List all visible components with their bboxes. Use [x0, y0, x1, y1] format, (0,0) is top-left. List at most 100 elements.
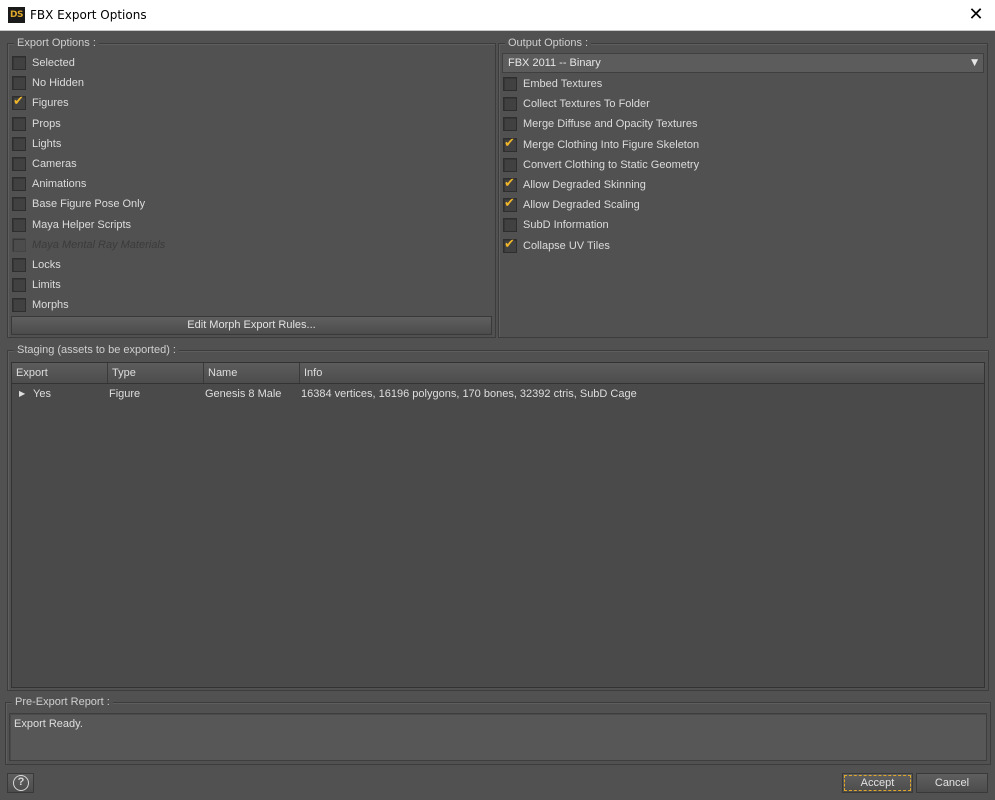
checkbox-convert-clothing-to-static-geometry[interactable]: Convert Clothing to Static Geometry — [503, 156, 699, 174]
staging-group: Staging (assets to be exported) : Export… — [7, 344, 989, 691]
export-options-group: Export Options : Selected No Hidden Figure… — [7, 37, 496, 338]
dialog-body: Export Options : Selected No Hidden Figure… — [0, 31, 995, 800]
row-name-value: Genesis 8 Male — [205, 388, 282, 400]
checkbox-label: Cameras — [32, 158, 77, 170]
checkbox-allow-degraded-scaling[interactable]: Allow Degraded Scaling — [503, 196, 640, 214]
checkbox-box[interactable] — [12, 94, 26, 111]
checkbox-label: Merge Clothing Into Figure Skeleton — [523, 138, 700, 151]
fbx-format-select[interactable]: FBX 2011 -- Binary ▼ — [502, 53, 984, 73]
checkbox-label: Locks — [32, 259, 61, 271]
checkbox-box[interactable] — [503, 218, 517, 233]
column-header-name[interactable]: Name — [204, 363, 300, 383]
output-options-group: Output Options : FBX 2011 -- Binary ▼ Em… — [498, 37, 988, 338]
edit-morph-export-rules-button[interactable]: Edit Morph Export Rules... — [11, 316, 492, 335]
help-icon: ? — [13, 775, 29, 791]
checkbox-limits[interactable]: Limits — [12, 276, 61, 294]
column-header-info[interactable]: Info — [300, 363, 986, 383]
checkbox-box[interactable] — [503, 117, 517, 132]
checkbox-box[interactable] — [12, 177, 26, 192]
checkbox-merge-diffuse-and-opacity-textures[interactable]: Merge Diffuse and Opacity Textures — [503, 115, 697, 133]
checkbox-label: Animations — [32, 178, 87, 191]
checkbox-box — [12, 237, 26, 252]
checkbox-box[interactable] — [12, 197, 26, 212]
row-export-value: Yes — [33, 388, 51, 400]
checkbox-locks[interactable]: Locks — [12, 256, 61, 274]
staging-title: Staging (assets to be exported) : — [14, 344, 179, 357]
checkbox-maya-helper-scripts[interactable]: Maya Helper Scripts — [12, 216, 131, 234]
checkbox-label: Collapse UV Tiles — [523, 239, 610, 252]
checkbox-subd-information[interactable]: SubD Information — [503, 216, 609, 234]
checkbox-label: Limits — [32, 279, 61, 292]
checkbox-box[interactable] — [12, 56, 26, 70]
checkbox-box[interactable] — [503, 176, 517, 192]
checkbox-label: Morphs — [32, 299, 69, 312]
checkbox-maya-mental-ray-materials: Maya Mental Ray Materials — [12, 236, 165, 254]
title-bar: DS FBX Export Options ✕ — [0, 0, 995, 31]
checkbox-box[interactable] — [503, 97, 517, 112]
checkbox-cameras[interactable]: Cameras — [12, 155, 77, 173]
checkbox-box[interactable] — [503, 196, 517, 213]
fbx-format-value: FBX 2011 -- Binary — [508, 57, 601, 69]
checkbox-box[interactable] — [12, 136, 26, 151]
checkbox-no-hidden[interactable]: No Hidden — [12, 74, 84, 92]
checkbox-selected[interactable]: Selected — [12, 54, 75, 72]
checkbox-embed-textures[interactable]: Embed Textures — [503, 75, 602, 93]
checkbox-label: SubD Information — [523, 219, 609, 232]
checkbox-box[interactable] — [503, 237, 517, 253]
staging-table-header: Export Type Name Info — [12, 363, 984, 384]
checkbox-label: No Hidden — [32, 77, 84, 90]
help-button[interactable]: ? — [7, 773, 34, 793]
checkbox-morphs[interactable]: Morphs — [12, 296, 69, 314]
checkbox-label: Props — [32, 117, 61, 130]
checkbox-base-figure-pose-only[interactable]: Base Figure Pose Only — [12, 195, 145, 213]
checkbox-label: Selected — [32, 57, 75, 69]
checkbox-box[interactable] — [12, 217, 26, 232]
row-type-value: Figure — [109, 388, 141, 400]
checkbox-label: Embed Textures — [523, 78, 603, 90]
checkbox-box[interactable] — [12, 157, 26, 171]
dropdown-arrow-icon: ▼ — [971, 58, 978, 68]
checkbox-collapse-uv-tiles[interactable]: Collapse UV Tiles — [503, 237, 610, 255]
checkbox-collect-textures-to-folder[interactable]: Collect Textures To Folder — [503, 95, 650, 113]
checkbox-label: Allow Degraded Skinning — [523, 179, 646, 191]
checkbox-label: Maya Helper Scripts — [32, 218, 132, 231]
checkbox-label: Merge Diffuse and Opacity Textures — [523, 118, 698, 131]
accept-button[interactable]: Accept — [842, 773, 913, 793]
checkbox-lights[interactable]: Lights — [12, 135, 61, 153]
pre-export-report-text: Export Ready. — [9, 713, 987, 761]
column-header-export[interactable]: Export — [12, 363, 108, 383]
checkbox-animations[interactable]: Animations — [12, 175, 86, 193]
checkbox-label: Maya Mental Ray Materials — [32, 238, 166, 251]
checkbox-box[interactable] — [12, 278, 26, 293]
checkbox-label: Figures — [32, 97, 69, 110]
checkbox-box[interactable] — [12, 76, 26, 91]
checkbox-box[interactable] — [503, 136, 517, 152]
checkbox-box[interactable] — [12, 116, 26, 131]
checkbox-label: Base Figure Pose Only — [32, 198, 146, 211]
checkbox-box[interactable] — [12, 258, 26, 272]
row-info-value: 16384 vertices, 16196 polygons, 170 bone… — [301, 388, 637, 400]
output-options-title: Output Options : — [505, 37, 592, 50]
daz-studio-app-icon: DS — [8, 7, 25, 23]
checkbox-box[interactable] — [503, 157, 517, 172]
checkbox-label: Allow Degraded Scaling — [523, 199, 640, 212]
checkbox-box[interactable] — [503, 77, 517, 91]
checkbox-allow-degraded-skinning[interactable]: Allow Degraded Skinning — [503, 176, 646, 194]
staging-table: Export Type Name Info ▶ Yes Figure Genes… — [11, 362, 985, 688]
pre-export-report-group: Pre-Export Report : Export Ready. — [5, 696, 991, 765]
pre-export-report-title: Pre-Export Report : — [12, 696, 113, 709]
checkbox-props[interactable]: Props — [12, 115, 61, 133]
table-row[interactable]: ▶ Yes Figure Genesis 8 Male 16384 vertic… — [12, 385, 984, 403]
checkbox-box[interactable] — [12, 298, 26, 313]
checkbox-label: Lights — [32, 137, 62, 150]
export-options-title: Export Options : — [14, 37, 99, 50]
window-title: FBX Export Options — [30, 8, 147, 22]
checkbox-label: Convert Clothing to Static Geometry — [523, 158, 700, 171]
checkbox-merge-clothing-into-figure-skeleton[interactable]: Merge Clothing Into Figure Skeleton — [503, 136, 699, 154]
close-icon[interactable]: ✕ — [965, 4, 987, 26]
cancel-button[interactable]: Cancel — [916, 773, 988, 793]
checkbox-label: Collect Textures To Folder — [523, 98, 650, 111]
checkbox-figures[interactable]: Figures — [12, 94, 69, 112]
column-header-type[interactable]: Type — [108, 363, 204, 383]
expand-arrow-icon[interactable]: ▶ — [19, 385, 25, 403]
